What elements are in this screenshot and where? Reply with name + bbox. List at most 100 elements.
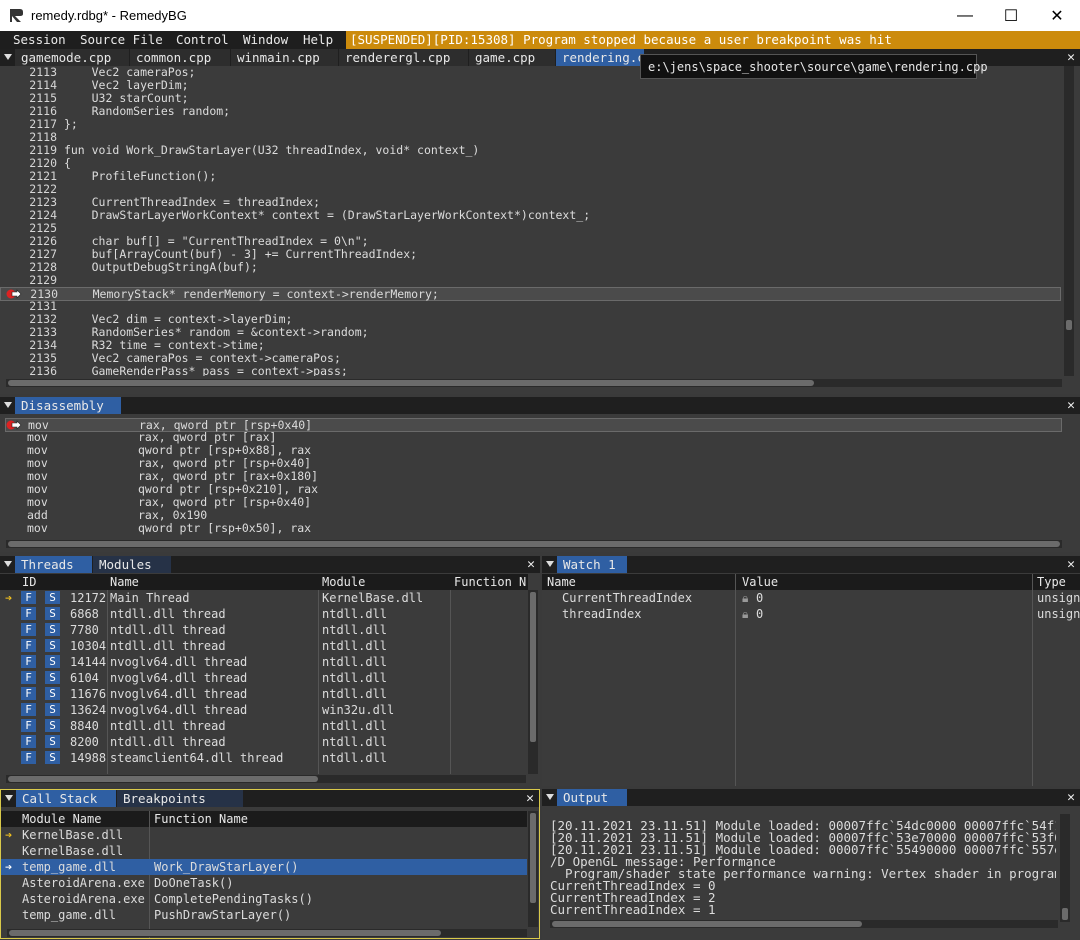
callstack-row[interactable]: AsteroidArena.exe DoOneTask() (1, 875, 527, 891)
tab-modules[interactable]: Modules (93, 556, 171, 573)
source-hscrollbar[interactable] (6, 379, 1062, 387)
source-vscrollbar[interactable] (1064, 66, 1074, 376)
collapse-icon[interactable] (4, 561, 12, 567)
col-name[interactable]: Name (110, 574, 139, 590)
menu-window[interactable]: Window (243, 32, 288, 47)
col-module-name[interactable]: Module Name (22, 811, 101, 827)
callstack-tab-bar: Call Stack Breakpoints ✕ (1, 790, 539, 807)
close-icon[interactable]: ✕ (1067, 49, 1075, 66)
close-icon[interactable]: ✕ (1067, 556, 1075, 573)
close-icon[interactable]: ✕ (1067, 789, 1075, 806)
thread-id: 7780 (70, 623, 99, 637)
frame-module: temp_game.dll (22, 860, 116, 874)
tab-breakpoints[interactable]: Breakpoints (117, 790, 243, 807)
tab-output[interactable]: Output (557, 789, 627, 806)
tab-renderergl[interactable]: renderergl.cpp (339, 49, 468, 66)
thread-row[interactable]: F S 7780 ntdll.dll thread ntdll.dll (0, 622, 528, 638)
frame-module: temp_game.dll (22, 908, 116, 922)
thread-row[interactable]: F S 10304 ntdll.dll thread ntdll.dll (0, 638, 528, 654)
col-id[interactable]: ID (22, 574, 36, 590)
breakpoint-current-icon[interactable] (6, 289, 22, 299)
threads-header: ID Name Module Function N (0, 574, 528, 590)
thread-row[interactable]: F S 6104 nvoglv64.dll thread ntdll.dll (0, 670, 528, 686)
callstack-row[interactable]: temp_game.dll PushDrawStarLayer() (1, 907, 527, 923)
watch-value: 0 (756, 607, 764, 621)
frame-module: KernelBase.dll (22, 828, 124, 842)
output-line: CurrentThreadIndex = 1 (550, 902, 716, 917)
maximize-button[interactable]: ☐ (988, 0, 1034, 31)
thread-row[interactable]: F S 6868 ntdll.dll thread ntdll.dll (0, 606, 528, 622)
col-name[interactable]: Name (547, 574, 576, 590)
thread-row[interactable]: ➔ F S 12172 Main Thread KernelBase.dll (0, 590, 528, 606)
collapse-icon[interactable] (546, 794, 554, 800)
lock-icon: 🔒︎ (742, 591, 749, 605)
watch-row[interactable]: CurrentThreadIndex 🔒︎ 0 unsign (542, 590, 1080, 606)
callstack-row[interactable]: KernelBase.dll (1, 843, 527, 859)
menu-help[interactable]: Help (303, 32, 333, 47)
close-icon[interactable]: ✕ (527, 556, 535, 573)
thread-module: ntdll.dll (322, 639, 388, 653)
close-icon[interactable]: ✕ (526, 790, 534, 807)
callstack-row[interactable]: ➔ temp_game.dll Work_DrawStarLayer() (1, 859, 527, 875)
output-hscrollbar[interactable] (550, 920, 1058, 928)
thread-module: ntdll.dll (322, 735, 388, 749)
thread-row[interactable]: F S 11676 nvoglv64.dll thread ntdll.dll (0, 686, 528, 702)
thread-id: 13624 (70, 703, 107, 717)
callstack-table: ➔ KernelBase.dll KernelBase.dll ➔ temp_game.… (1, 827, 527, 927)
collapse-icon[interactable] (4, 54, 12, 60)
disassembly-hscrollbar[interactable] (6, 540, 1062, 548)
threads-table: ➔ F S 12172 Main Thread KernelBase.dll F S 6868 n… (0, 590, 528, 774)
collapse-icon[interactable] (546, 561, 554, 567)
thread-module: KernelBase.dll (322, 591, 424, 605)
disassembly-view[interactable]: mov rax, qword ptr [rsp+0x40] mov rax, qwo… (0, 418, 1066, 536)
minimize-button[interactable]: — (942, 0, 988, 31)
tab-rendering[interactable]: rendering.c (556, 49, 645, 66)
output-log[interactable]: [20.11.2021 23.11.51] Module loaded: 000… (550, 820, 1056, 920)
code-view[interactable]: 2113 Vec2 cameraPos; 2114 Vec2 layerDim;… (0, 66, 1062, 376)
thread-id: 6868 (70, 607, 99, 621)
tab-gamemode[interactable]: gamemode.cpp (15, 49, 129, 66)
tab-game[interactable]: game.cpp (469, 49, 555, 66)
title-bar: remedy.rdbg* - RemedyBG — ☐ ✕ (0, 0, 1080, 31)
callstack-row[interactable]: AsteroidArena.exe CompletePendingTasks() (1, 891, 527, 907)
thread-id: 12172 (70, 591, 107, 605)
tab-winmain[interactable]: winmain.cpp (231, 49, 338, 66)
col-value[interactable]: Value (742, 574, 778, 590)
collapse-icon[interactable] (5, 795, 13, 801)
tab-disassembly[interactable]: Disassembly (15, 397, 121, 414)
tab-call-stack[interactable]: Call Stack (16, 790, 116, 807)
close-window-button[interactable]: ✕ (1034, 0, 1080, 31)
callstack-row[interactable]: ➔ KernelBase.dll (1, 827, 527, 843)
close-icon[interactable]: ✕ (1067, 397, 1075, 414)
breakpoint-current-icon[interactable] (6, 420, 22, 430)
col-module[interactable]: Module (322, 574, 365, 590)
col-function[interactable]: Function N (454, 574, 526, 590)
watch-panel: Watch 1 ✕ Name Value Type CurrentThreadI… (542, 556, 1080, 786)
collapse-icon[interactable] (4, 402, 12, 408)
threads-hscrollbar[interactable] (6, 775, 526, 783)
thread-module: ntdll.dll (322, 687, 388, 701)
thread-name: ntdll.dll thread (110, 639, 226, 653)
col-function-name[interactable]: Function Name (154, 811, 248, 827)
callstack-vscrollbar[interactable] (528, 811, 538, 927)
col-type[interactable]: Type (1037, 574, 1066, 590)
menu-control[interactable]: Control (176, 32, 229, 47)
thread-row[interactable]: F S 8200 ntdll.dll thread ntdll.dll (0, 734, 528, 750)
thread-row[interactable]: F S 14144 nvoglv64.dll thread ntdll.dll (0, 654, 528, 670)
thread-row[interactable]: F S 13624 nvoglv64.dll thread win32u.dll (0, 702, 528, 718)
callstack-hscrollbar[interactable] (7, 929, 527, 937)
menu-session[interactable]: Session (13, 32, 66, 47)
tab-common[interactable]: common.cpp (130, 49, 230, 66)
window-title: remedy.rdbg* - RemedyBG (31, 8, 187, 23)
tab-threads[interactable]: Threads (15, 556, 92, 573)
tab-watch[interactable]: Watch 1 (557, 556, 627, 573)
thread-name: ntdll.dll thread (110, 719, 226, 733)
frame-module: KernelBase.dll (22, 844, 124, 858)
file-path-tooltip: e:\jens\space_shooter\source\game\render… (640, 54, 988, 79)
menu-source-file[interactable]: Source File (80, 32, 163, 47)
threads-vscrollbar[interactable] (528, 590, 538, 774)
output-vscrollbar[interactable] (1060, 814, 1070, 922)
thread-row[interactable]: F S 8840 ntdll.dll thread ntdll.dll (0, 718, 528, 734)
thread-row[interactable]: F S 14988 steamclient64.dll thread ntdll.dll (0, 750, 528, 766)
watch-row[interactable]: threadIndex 🔒︎ 0 unsign (542, 606, 1080, 622)
